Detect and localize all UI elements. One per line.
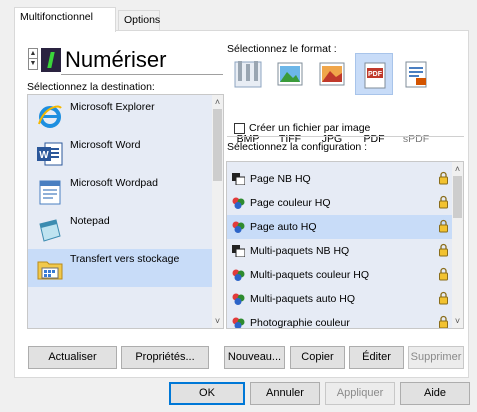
color-scan-icon xyxy=(232,269,245,281)
destination-label: Microsoft Word xyxy=(70,139,141,151)
destination-item[interactable]: Microsoft Explorer xyxy=(28,97,214,135)
title-underline xyxy=(61,74,223,75)
scroll-down-icon[interactable]: ˅ xyxy=(452,316,463,326)
scan-button-icon xyxy=(41,48,61,72)
configuration-label: Page auto HQ xyxy=(250,221,317,233)
color-scan-icon xyxy=(232,221,245,233)
new-button[interactable]: Nouveau... xyxy=(224,346,285,369)
color-scan-icon xyxy=(232,197,245,209)
help-button[interactable]: Aide xyxy=(400,382,470,405)
destination-scrollbar[interactable]: ˄ ˅ xyxy=(212,95,223,328)
internet-explorer-icon xyxy=(38,105,62,128)
lock-icon xyxy=(439,291,448,305)
color-scan-icon xyxy=(232,293,245,305)
one-file-per-image-label: Créer un fichier par image xyxy=(249,122,371,134)
spdf-format-icon xyxy=(405,61,427,88)
configuration-scrollbar[interactable]: ˄ ˅ xyxy=(452,162,463,328)
destination-item[interactable]: Notepad xyxy=(28,211,214,249)
configuration-label: Page NB HQ xyxy=(250,173,311,185)
lock-icon xyxy=(439,219,448,233)
configuration-list[interactable]: Page NB HQ Page couleur HQ Page auto HQ … xyxy=(226,161,464,329)
destination-item[interactable]: W Microsoft Word xyxy=(28,135,214,173)
properties-button[interactable]: Propriétés... xyxy=(121,346,209,369)
cancel-button[interactable]: Annuler xyxy=(250,382,320,405)
destination-label: Microsoft Explorer xyxy=(70,101,155,113)
storage-folder-icon xyxy=(37,261,63,280)
lock-icon xyxy=(439,315,448,328)
scroll-up-icon[interactable]: ˄ xyxy=(212,97,223,107)
configuration-label: Photographie couleur xyxy=(250,317,350,329)
configuration-label: Sélectionnez la configuration : xyxy=(227,141,368,153)
configuration-item[interactable]: Page couleur HQ xyxy=(227,191,454,215)
apply-button[interactable]: Appliquer xyxy=(325,382,395,405)
jpg-format-icon xyxy=(319,62,345,86)
configuration-item[interactable]: Photographie couleur xyxy=(227,311,454,329)
delete-button[interactable]: Supprimer xyxy=(408,346,464,369)
spin-up-icon[interactable]: ▲ xyxy=(29,49,37,59)
format-jpg[interactable] xyxy=(313,53,351,95)
word-icon: W xyxy=(37,142,63,166)
format-tiff[interactable] xyxy=(271,53,309,95)
tiff-format-icon xyxy=(277,62,303,86)
destination-label: Sélectionnez la destination: xyxy=(27,81,155,93)
configuration-item[interactable]: Multi-paquets couleur HQ xyxy=(227,263,454,287)
divider xyxy=(227,136,464,137)
configuration-label: Multi-paquets couleur HQ xyxy=(250,269,370,281)
edit-button[interactable]: Éditer xyxy=(349,346,404,369)
destination-list[interactable]: Microsoft Explorer W Microsoft Word Micr… xyxy=(27,94,224,329)
tab-panel: ▲ ▼ Numériser Sélectionnez la destinatio… xyxy=(14,30,469,378)
lock-icon xyxy=(439,195,448,209)
format-spdf[interactable] xyxy=(397,53,435,95)
configuration-label: Multi-paquets NB HQ xyxy=(250,245,350,257)
bw-scan-icon xyxy=(232,245,245,257)
one-file-per-image-checkbox[interactable] xyxy=(234,123,245,134)
configuration-label: Page couleur HQ xyxy=(250,197,331,209)
scroll-thumb[interactable] xyxy=(213,109,222,181)
bw-scan-icon xyxy=(232,173,245,185)
ok-button[interactable]: OK xyxy=(169,382,245,405)
page-title: Numériser xyxy=(65,47,167,72)
spin-down-icon[interactable]: ▼ xyxy=(29,59,37,69)
destination-label: Microsoft Wordpad xyxy=(70,177,158,189)
scroll-up-icon[interactable]: ˄ xyxy=(452,164,463,174)
lock-icon xyxy=(439,171,448,185)
refresh-button[interactable]: Actualiser xyxy=(28,346,117,369)
lock-icon xyxy=(439,243,448,257)
copy-button[interactable]: Copier xyxy=(290,346,345,369)
configuration-item[interactable]: Multi-paquets NB HQ xyxy=(227,239,454,263)
scan-spinner[interactable]: ▲ ▼ xyxy=(28,48,38,70)
tab-multifonctionnel[interactable]: Multifonctionnel xyxy=(14,7,116,32)
format-spdf-label: sPDF xyxy=(402,133,430,145)
wordpad-icon xyxy=(39,180,61,205)
lock-icon xyxy=(439,267,448,281)
format-bmp[interactable] xyxy=(229,53,267,95)
notepad-icon xyxy=(39,219,61,242)
destination-item[interactable]: Transfert vers stockage xyxy=(28,249,214,287)
destination-label: Notepad xyxy=(70,215,110,227)
svg-text:W: W xyxy=(39,150,49,161)
destination-item[interactable]: Microsoft Wordpad xyxy=(28,173,214,211)
format-pdf[interactable]: PDF xyxy=(355,53,393,95)
pdf-format-icon: PDF xyxy=(364,62,386,89)
configuration-item[interactable]: Multi-paquets auto HQ xyxy=(227,287,454,311)
svg-text:PDF: PDF xyxy=(368,71,383,78)
configuration-item[interactable]: Page auto HQ xyxy=(227,215,454,239)
scroll-thumb[interactable] xyxy=(453,176,462,218)
destination-label: Transfert vers stockage xyxy=(70,253,180,265)
configuration-item[interactable]: Page NB HQ xyxy=(227,167,454,191)
configuration-label: Multi-paquets auto HQ xyxy=(250,293,356,305)
bmp-format-icon xyxy=(234,61,262,88)
scroll-down-icon[interactable]: ˅ xyxy=(212,316,223,326)
tab-options[interactable]: Options xyxy=(118,10,160,31)
color-scan-icon xyxy=(232,317,245,328)
